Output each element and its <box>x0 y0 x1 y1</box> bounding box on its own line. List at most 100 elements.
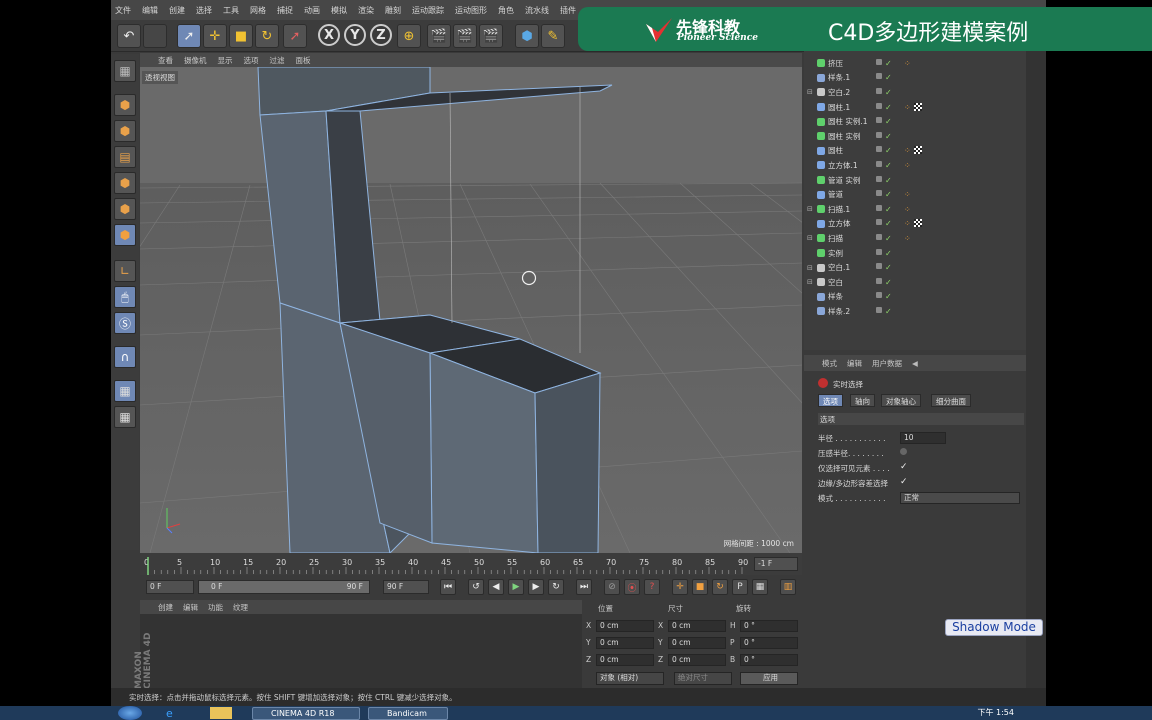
menu-item-character[interactable]: 角色 <box>498 5 514 16</box>
object-name[interactable]: 立方体 <box>828 218 851 229</box>
menu-item-mograph[interactable]: 运动图形 <box>455 5 487 16</box>
expand-toggle-icon[interactable]: ⊟ <box>807 264 817 272</box>
phong-tag-icon[interactable]: ⁘ <box>904 205 911 214</box>
object-row[interactable]: 实例 ✓ <box>804 246 1026 261</box>
attr-menu-user-data[interactable]: 用户数据 <box>872 358 902 369</box>
visibility-check-icon[interactable]: ✓ <box>885 205 892 214</box>
object-name[interactable]: 圆柱 实例 <box>828 131 860 142</box>
rotate-icon[interactable]: ↻ <box>255 24 279 48</box>
snap-icon[interactable]: ∩ <box>114 346 136 368</box>
attr-checkbox[interactable]: ✓ <box>900 477 908 487</box>
render-view-icon[interactable]: 🎬 <box>427 24 451 48</box>
object-name[interactable]: 圆柱.1 <box>828 102 850 113</box>
object-name[interactable]: 管道 <box>828 189 843 200</box>
object-row[interactable]: ⊟ 扫描.1 ✓ ⁘ <box>804 202 1026 217</box>
layer-icon[interactable] <box>876 160 882 167</box>
go-to-start-icon[interactable]: ⏮ <box>440 579 456 595</box>
layer-icon[interactable] <box>876 219 882 226</box>
phong-tag-icon[interactable]: ⁘ <box>904 219 911 228</box>
visibility-check-icon[interactable]: ✓ <box>885 88 892 97</box>
viewport-menu-filter[interactable]: 过滤 <box>270 55 285 66</box>
visibility-check-icon[interactable]: ✓ <box>885 307 892 316</box>
render-to-picture-viewer-icon[interactable]: 🎬 <box>453 24 477 48</box>
object-name[interactable]: 管道 实例 <box>828 175 860 186</box>
record-scale-icon[interactable]: ■ <box>692 579 708 595</box>
workplane-lock-icon[interactable]: ▦ <box>114 380 136 402</box>
visibility-check-icon[interactable]: ✓ <box>885 278 892 287</box>
phong-tag-icon[interactable]: ⁘ <box>904 103 911 112</box>
texture-mode-icon[interactable]: ⬢ <box>114 120 136 142</box>
layer-icon[interactable] <box>876 306 882 313</box>
object-name[interactable]: 样条 <box>828 291 843 302</box>
pressure-radius-toggle[interactable] <box>900 448 907 455</box>
back-arrow-icon[interactable]: ◀ <box>912 359 918 368</box>
object-row[interactable]: 管道 实例 ✓ <box>804 173 1026 188</box>
layer-icon[interactable] <box>876 248 882 255</box>
menu-item-file[interactable]: 文件 <box>115 5 131 16</box>
tweak-mode-icon[interactable]: 🖱 <box>114 286 136 308</box>
phong-tag-icon[interactable]: ⁘ <box>904 234 911 243</box>
texture-tag-icon[interactable] <box>913 102 922 111</box>
go-to-next-keyframe-icon[interactable]: ↻ <box>548 579 564 595</box>
object-row[interactable]: ⊟ 空白.1 ✓ <box>804 260 1026 275</box>
object-row[interactable]: 圆柱.1 ✓ ⁘ <box>804 100 1026 115</box>
material-menu-edit[interactable]: 编辑 <box>183 602 198 613</box>
taskbar-item-cinema4d[interactable]: CINEMA 4D R18 <box>252 707 360 720</box>
tab-object-axis[interactable]: 对象轴心 <box>881 394 921 407</box>
object-row[interactable]: ⊟ 空白.2 ✓ <box>804 85 1026 100</box>
last-tool-icon[interactable]: ➚ <box>283 24 307 48</box>
menu-item-create[interactable]: 创建 <box>169 5 185 16</box>
planar-workplane-icon[interactable]: ▦ <box>114 406 136 428</box>
workplane-mode-icon[interactable]: ▤ <box>114 146 136 168</box>
viewport-menu-camera[interactable]: 摄像机 <box>184 55 207 66</box>
object-row[interactable]: 样条.1 ✓ <box>804 71 1026 86</box>
object-name[interactable]: 圆柱 实例.1 <box>828 116 868 127</box>
menu-item-simulate[interactable]: 模拟 <box>331 5 347 16</box>
object-row[interactable]: 立方体 ✓ ⁘ <box>804 217 1026 232</box>
pen-icon[interactable]: ✎ <box>541 24 565 48</box>
menu-item-select[interactable]: 选择 <box>196 5 212 16</box>
visibility-check-icon[interactable]: ✓ <box>885 176 892 185</box>
select-arrow-icon[interactable]: ➚ <box>177 24 201 48</box>
y-axis-lock-icon[interactable]: Y <box>344 24 366 46</box>
x-axis-lock-icon[interactable]: X <box>318 24 340 46</box>
object-name[interactable]: 实例 <box>828 248 843 259</box>
viewport-menu-view[interactable]: 查看 <box>158 55 173 66</box>
phong-tag-icon[interactable]: ⁘ <box>904 146 911 155</box>
go-to-previous-keyframe-icon[interactable]: ↺ <box>468 579 484 595</box>
visibility-check-icon[interactable]: ✓ <box>885 59 892 68</box>
layer-icon[interactable] <box>876 131 882 138</box>
layer-icon[interactable] <box>876 175 882 182</box>
menu-item-sculpt[interactable]: 雕刻 <box>385 5 401 16</box>
cube-icon[interactable]: ⬢ <box>515 24 539 48</box>
visibility-check-icon[interactable]: ✓ <box>885 161 892 170</box>
visibility-check-icon[interactable]: ✓ <box>885 146 892 155</box>
radius-field[interactable]: 10 <box>900 432 946 444</box>
timeline[interactable]: 0 5 10 15 20 25 30 35 40 45 50 55 60 65 70 75 80 85 90 -1 … <box>140 553 802 575</box>
menu-item-animate[interactable]: 动画 <box>304 5 320 16</box>
explorer-icon[interactable] <box>210 707 232 719</box>
redo-icon[interactable] <box>143 24 167 48</box>
current-frame-field[interactable]: -1 F <box>754 557 798 571</box>
viewport-menu-display[interactable]: 显示 <box>218 55 233 66</box>
ie-icon[interactable]: e <box>166 707 173 720</box>
start-button-icon[interactable] <box>118 706 142 720</box>
object-row[interactable]: 样条 ✓ <box>804 290 1026 305</box>
layer-icon[interactable] <box>876 73 882 80</box>
end-frame-field[interactable]: 90 F <box>383 580 429 594</box>
layer-icon[interactable] <box>876 233 882 240</box>
timeline-scheme-icon[interactable]: ▥ <box>780 579 796 595</box>
object-name[interactable]: 样条.2 <box>828 306 850 317</box>
object-row[interactable]: 挤压 ✓ ⁘ <box>804 56 1026 71</box>
visibility-check-icon[interactable]: ✓ <box>885 263 892 272</box>
coord-size-field[interactable]: 0 cm <box>668 637 726 649</box>
solo-mode-icon[interactable]: Ⓢ <box>114 312 136 334</box>
object-row[interactable]: 管道 ✓ ⁘ <box>804 187 1026 202</box>
mode-dropdown[interactable]: 正常 <box>900 492 1020 504</box>
coord-size-field[interactable]: 0 cm <box>668 654 726 666</box>
points-mode-icon[interactable]: ⬢ <box>114 172 136 194</box>
menu-item-motion-tracking[interactable]: 运动跟踪 <box>412 5 444 16</box>
layer-icon[interactable] <box>876 117 882 124</box>
axis-mode-icon[interactable]: ∟ <box>114 260 136 282</box>
layer-icon[interactable] <box>876 277 882 284</box>
